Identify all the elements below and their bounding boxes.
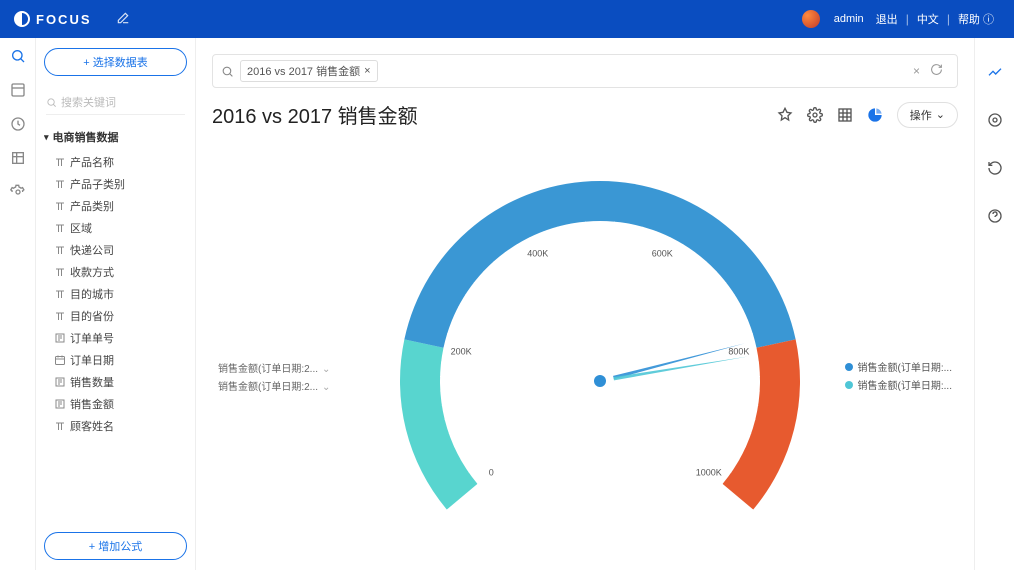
rail-dashboard-icon[interactable] — [10, 82, 26, 98]
sidebar-search[interactable]: 搜索关键词 — [46, 90, 185, 115]
tree-root[interactable]: 电商销售数据 — [44, 129, 187, 145]
avatar[interactable] — [802, 10, 820, 28]
edit-chart-icon[interactable] — [981, 58, 1009, 86]
chevron-down-icon: ⌄ — [936, 108, 945, 121]
add-formula-button[interactable]: + 增加公式 — [44, 532, 187, 560]
help-panel-icon[interactable] — [981, 202, 1009, 230]
query-chip[interactable]: 2016 vs 2017 销售金额× — [240, 60, 378, 82]
rail-history-icon[interactable] — [10, 116, 26, 132]
query-bar[interactable]: 2016 vs 2017 销售金额× × — [212, 54, 958, 88]
actions-button[interactable]: 操作 ⌄ — [897, 102, 958, 128]
field-item[interactable]: 区域 — [54, 217, 187, 239]
help-icon: ⓘ — [983, 14, 994, 26]
series-toggle: 销售金额(订单日期:2... 销售金额(订单日期:2... — [218, 361, 330, 397]
series-toggle-item[interactable]: 销售金额(订单日期:2... — [218, 379, 330, 397]
svg-text:0: 0 — [489, 467, 494, 477]
query-refresh-icon[interactable] — [930, 63, 949, 79]
field-tree: 电商销售数据 产品名称产品子类别产品类别区域快递公司收款方式目的城市目的省份订单… — [44, 125, 187, 532]
svg-text:1000K: 1000K — [696, 467, 722, 477]
field-item[interactable]: 产品子类别 — [54, 173, 187, 195]
field-item[interactable]: 订单日期 — [54, 349, 187, 371]
svg-text:800K: 800K — [728, 346, 749, 356]
series-toggle-item[interactable]: 销售金额(订单日期:2... — [218, 361, 330, 379]
field-item[interactable]: 销售数量 — [54, 371, 187, 393]
chip-remove-icon[interactable]: × — [364, 65, 370, 77]
field-item[interactable]: 目的城市 — [54, 283, 187, 305]
field-item[interactable]: 订单单号 — [54, 327, 187, 349]
brand-logo: FOCUS — [14, 11, 92, 27]
rail-search-icon[interactable] — [10, 48, 26, 64]
right-rail — [974, 38, 1014, 570]
user-name[interactable]: admin — [834, 13, 864, 25]
rail-settings-icon[interactable] — [10, 184, 26, 200]
lang-link[interactable]: 中文 — [917, 11, 939, 27]
logout-link[interactable]: 退出 — [876, 11, 898, 27]
chart-view-icon[interactable] — [861, 101, 889, 129]
search-icon — [221, 65, 234, 78]
settings-icon[interactable] — [801, 101, 829, 129]
field-item[interactable]: 产品名称 — [54, 151, 187, 173]
query-clear-icon[interactable]: × — [913, 64, 920, 78]
field-item[interactable]: 销售金额 — [54, 393, 187, 415]
pin-icon[interactable] — [771, 101, 799, 129]
field-item[interactable]: 顾客姓名 — [54, 415, 187, 437]
main: 2016 vs 2017 销售金额× × 2016 vs 2017 销售金额 操… — [196, 38, 974, 570]
table-view-icon[interactable] — [831, 101, 859, 129]
field-item[interactable]: 快递公司 — [54, 239, 187, 261]
field-item[interactable]: 收款方式 — [54, 261, 187, 283]
top-bar: FOCUS admin 退出 | 中文 | 帮助 ⓘ — [0, 0, 1014, 38]
chart-settings-icon[interactable] — [981, 106, 1009, 134]
search-icon — [46, 97, 57, 108]
edit-icon[interactable] — [116, 11, 130, 28]
help-link[interactable]: 帮助 ⓘ — [958, 11, 994, 27]
svg-text:600K: 600K — [652, 248, 673, 258]
svg-text:400K: 400K — [527, 248, 548, 258]
reset-icon[interactable] — [981, 154, 1009, 182]
chart-canvas: 销售金额(订单日期:2... 销售金额(订单日期:2... 销售金额(订单日期:… — [212, 141, 958, 558]
svg-text:200K: 200K — [450, 346, 471, 356]
page-title: 2016 vs 2017 销售金额 — [212, 100, 418, 129]
left-rail — [0, 38, 36, 570]
select-datasource-button[interactable]: + 选择数据表 — [44, 48, 187, 76]
sidebar: + 选择数据表 搜索关键词 电商销售数据 产品名称产品子类别产品类别区域快递公司… — [36, 38, 196, 570]
field-item[interactable]: 产品类别 — [54, 195, 187, 217]
rail-data-icon[interactable] — [10, 150, 26, 166]
title-bar: 2016 vs 2017 销售金额 操作 ⌄ — [196, 96, 974, 141]
gauge-chart: 0 200K 400K 600K 800K 1000K — [320, 151, 880, 551]
field-item[interactable]: 目的省份 — [54, 305, 187, 327]
logo-icon — [14, 11, 30, 27]
